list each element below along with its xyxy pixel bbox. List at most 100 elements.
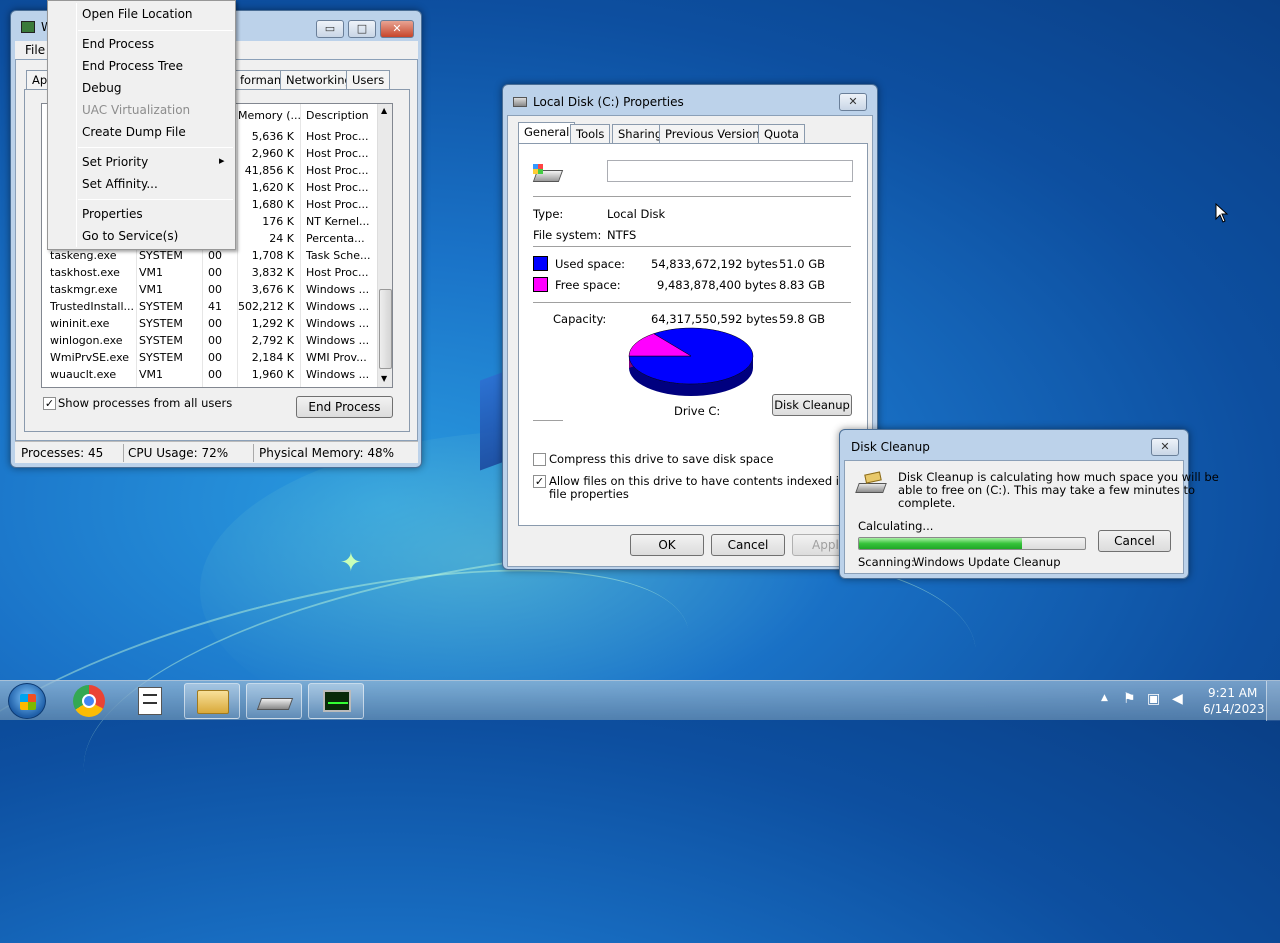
menu-item-properties[interactable]: Properties (82, 204, 143, 224)
type-value: Local Disk (607, 207, 666, 221)
menu-gutter (76, 3, 77, 247)
process-description: Windows ... (306, 368, 370, 381)
cleanup-message-line-2: able to free on (C:). This may take a fe… (898, 483, 1196, 497)
calculating-label: Calculating... (858, 519, 934, 533)
index-files-checkbox[interactable]: ✓ (533, 475, 546, 488)
menu-item-end-process-tree[interactable]: End Process Tree (82, 56, 183, 76)
menu-item-uac-virtualization: UAC Virtualization (82, 103, 191, 117)
process-name: wuauclt.exe (50, 368, 117, 381)
table-row[interactable]: TrustedInstall... SYSTEM 41 502,212 K Window… (42, 298, 378, 315)
show-all-processes-checkbox[interactable]: ✓ (43, 397, 56, 410)
table-row[interactable]: taskmgr.exe VM1 00 3,676 K Windows ... (42, 281, 378, 298)
hard-drive-icon (532, 164, 564, 186)
close-button[interactable]: ✕ (1151, 438, 1179, 456)
disk-cleanup-button[interactable]: Disk Cleanup (772, 394, 852, 416)
process-memory: 24 K (269, 232, 294, 245)
menu-item-end-process[interactable]: End Process (82, 34, 154, 54)
taskbar-chrome[interactable] (61, 683, 117, 719)
table-row[interactable]: WmiPrvSE.exe SYSTEM 00 2,184 K WMI Prov... (42, 349, 378, 366)
cleanup-message-line-3: complete. (898, 496, 956, 510)
table-row[interactable]: taskhost.exe VM1 00 3,832 K Host Proc... (42, 264, 378, 281)
column-header-description[interactable]: Description (306, 109, 369, 122)
process-description: Host Proc... (306, 266, 369, 279)
volume-label-input[interactable] (607, 160, 853, 182)
process-description: Task Sche... (306, 249, 371, 262)
network-icon[interactable]: ▣ (1147, 691, 1160, 707)
compress-drive-label: Compress this drive to save disk space (549, 452, 774, 466)
progress-bar (858, 537, 1086, 550)
taskbar-notepad[interactable] (122, 683, 178, 719)
tab-tools[interactable]: Tools (570, 124, 611, 143)
taskbar-explorer[interactable] (184, 683, 240, 719)
process-description: Host Proc... (306, 198, 369, 211)
maximize-button[interactable]: □ (348, 20, 376, 38)
status-divider (253, 444, 254, 462)
process-memory: 176 K (262, 215, 294, 228)
cancel-button[interactable]: Cancel (1098, 530, 1171, 552)
capacity-gb: 59.8 GB (779, 312, 826, 326)
task-manager-icon (21, 21, 35, 33)
ok-button[interactable]: OK (630, 534, 704, 556)
show-desktop-button[interactable] (1266, 681, 1280, 721)
tab-general[interactable]: General (518, 122, 576, 143)
show-all-processes-label: Show processes from all users (58, 396, 233, 410)
menu-item-open-file-location[interactable]: Open File Location (82, 4, 193, 24)
column-header-memory[interactable]: Memory (... (238, 109, 301, 122)
table-row[interactable]: winlogon.exe SYSTEM 00 2,792 K Windows ... (42, 332, 378, 349)
capacity-bytes: 64,317,550,592 bytes (651, 312, 778, 326)
menu-item-create-dump-file[interactable]: Create Dump File (82, 122, 186, 142)
cancel-button[interactable]: Cancel (711, 534, 785, 556)
scanning-value: Windows Update Cleanup (913, 555, 1061, 569)
clock-date[interactable]: 6/14/2023 (1203, 702, 1265, 716)
process-description: NT Kernel... (306, 215, 370, 228)
process-memory: 2,184 K (251, 351, 294, 364)
process-name: winlogon.exe (50, 334, 123, 347)
volume-muted-icon[interactable]: ◀ (1172, 691, 1183, 707)
drive-label: Drive C: (674, 404, 721, 418)
menu-item-set-affinity[interactable]: Set Affinity... (82, 174, 158, 194)
separator (533, 246, 851, 247)
process-cpu: 41 (208, 300, 222, 313)
process-description: Percenta... (306, 232, 365, 245)
scroll-down-arrow-icon[interactable]: ▼ (381, 374, 387, 383)
separator (533, 302, 851, 303)
scroll-thumb[interactable] (379, 289, 392, 369)
close-button[interactable]: ✕ (839, 93, 867, 111)
process-user: SYSTEM (139, 334, 183, 347)
cleanup-message-line-1: Disk Cleanup is calculating how much spa… (898, 470, 1219, 484)
status-processes: Processes: 45 (21, 446, 104, 460)
window-title: Disk Cleanup (851, 440, 930, 454)
scroll-up-arrow-icon[interactable]: ▲ (381, 106, 387, 115)
process-description: Host Proc... (306, 147, 369, 160)
chrome-icon (73, 685, 105, 717)
action-center-icon[interactable]: ⚑ (1123, 691, 1136, 707)
disk-cleanup-icon (855, 471, 887, 495)
process-memory: 502,212 K (238, 300, 294, 313)
taskbar-task-manager[interactable] (308, 683, 364, 719)
tab-users[interactable]: Users (346, 70, 391, 89)
menu-item-go-to-services[interactable]: Go to Service(s) (82, 226, 178, 246)
process-memory: 3,676 K (251, 283, 294, 296)
taskbar-disk-cleanup[interactable] (246, 683, 302, 719)
show-hidden-icons-icon[interactable]: ▲ (1101, 693, 1108, 703)
compress-drive-checkbox[interactable] (533, 453, 546, 466)
tab-quota[interactable]: Quota (758, 124, 805, 143)
window-title: Local Disk (C:) Properties (533, 95, 684, 109)
start-button[interactable] (8, 683, 46, 719)
minimize-button[interactable]: ▭ (316, 20, 344, 38)
end-process-button[interactable]: End Process (296, 396, 393, 418)
vertical-scrollbar[interactable]: ▲ ▼ (377, 104, 392, 387)
disk-cleanup-dialog: Disk Cleanup ✕ Disk Cleanup is calculati… (839, 429, 1219, 579)
capacity-label: Capacity: (553, 312, 607, 326)
menu-item-debug[interactable]: Debug (82, 78, 121, 98)
used-space-swatch (533, 256, 548, 271)
menu-item-set-priority[interactable]: Set Priority (82, 152, 148, 172)
table-row[interactable]: wuauclt.exe VM1 00 1,960 K Windows ... (42, 366, 378, 383)
clock-time[interactable]: 9:21 AM (1208, 686, 1257, 700)
close-button[interactable]: ✕ (380, 20, 414, 38)
process-memory: 41,856 K (244, 164, 294, 177)
process-cpu: 00 (208, 317, 222, 330)
tab-previous-versions[interactable]: Previous Versions (659, 124, 772, 143)
table-row[interactable]: wininit.exe SYSTEM 00 1,292 K Windows ... (42, 315, 378, 332)
menu-file[interactable]: File (25, 43, 45, 57)
